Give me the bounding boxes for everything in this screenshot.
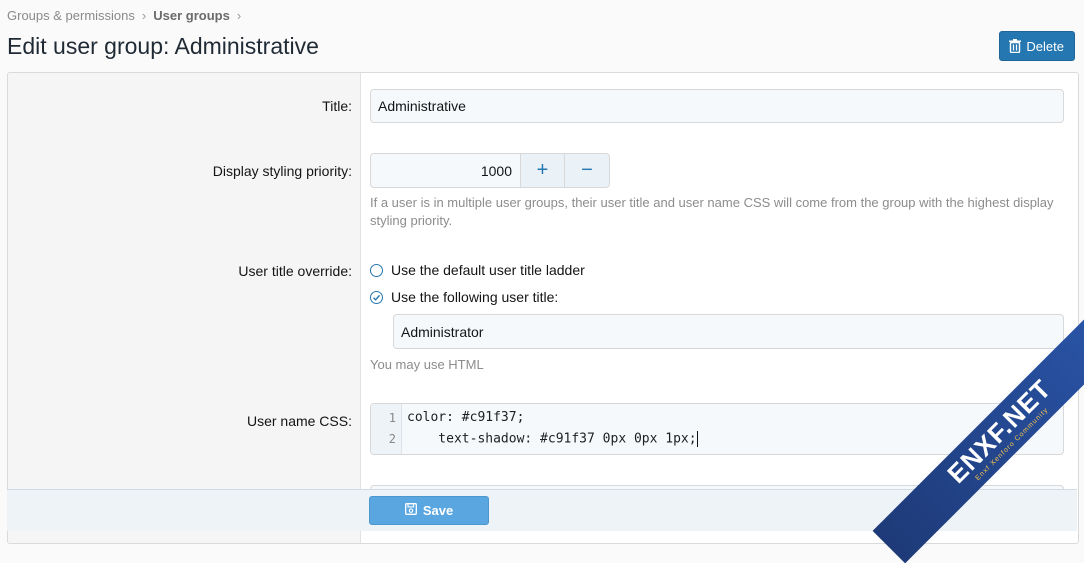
priority-hint: If a user is in multiple user groups, th…: [370, 195, 1054, 228]
save-button[interactable]: Save: [369, 496, 489, 525]
user-title-override-label: User title override:: [238, 263, 352, 279]
edit-group-form: Title: Administrative Display styling pr…: [7, 72, 1079, 544]
trash-icon: [1009, 39, 1022, 53]
page-title: Edit user group: Administrative: [7, 33, 319, 59]
radio-unchecked-icon: [370, 263, 383, 277]
label-column: [8, 73, 361, 543]
decrement-button[interactable]: −: [565, 153, 610, 188]
breadcrumb-separator-icon: ›: [236, 8, 242, 23]
radio-default-ladder[interactable]: Use the default user title ladder: [370, 262, 585, 278]
priority-stepper: 1000 + −: [370, 153, 610, 188]
title-input-value: Administrative: [378, 98, 466, 114]
increment-button[interactable]: +: [520, 153, 565, 188]
code-line-text: text-shadow: #c91f37 0px 0px 1px;: [407, 431, 697, 447]
user-title-input-value: Administrator: [401, 323, 484, 340]
priority-label: Display styling priority:: [212, 163, 352, 179]
line-number: 1: [388, 411, 396, 425]
delete-button[interactable]: Delete: [999, 31, 1075, 61]
code-line: color: #c91f37;: [407, 410, 525, 425]
radio-default-ladder-label: Use the default user title ladder: [391, 262, 585, 278]
code-line-last: text-shadow: #c91f37 0px 0px 1px;: [407, 431, 698, 447]
breadcrumb-user-groups[interactable]: User groups: [153, 8, 230, 23]
save-icon: [404, 503, 417, 518]
radio-checked-icon: [370, 290, 383, 304]
title-label: Title:: [322, 98, 352, 114]
priority-input[interactable]: 1000: [370, 153, 520, 188]
line-number: 2: [388, 432, 396, 446]
priority-input-value: 1000: [480, 162, 512, 179]
breadcrumb: Groups & permissions › User groups ›: [7, 8, 248, 23]
radio-following-title-label: Use the following user title:: [391, 289, 559, 305]
radio-following-title[interactable]: Use the following user title:: [370, 289, 558, 305]
line-number-gutter: 1 2: [371, 404, 402, 454]
text-cursor: [696, 431, 698, 447]
user-name-css-label: User name CSS:: [246, 413, 352, 429]
user-title-hint: You may use HTML: [370, 357, 484, 372]
title-input[interactable]: Administrative: [370, 89, 1064, 123]
delete-button-label: Delete: [1026, 38, 1064, 54]
save-button-label: Save: [422, 503, 454, 518]
breadcrumb-groups-permissions[interactable]: Groups & permissions: [7, 8, 135, 23]
breadcrumb-separator-icon: ›: [141, 8, 147, 23]
user-title-input[interactable]: Administrator: [393, 314, 1064, 349]
